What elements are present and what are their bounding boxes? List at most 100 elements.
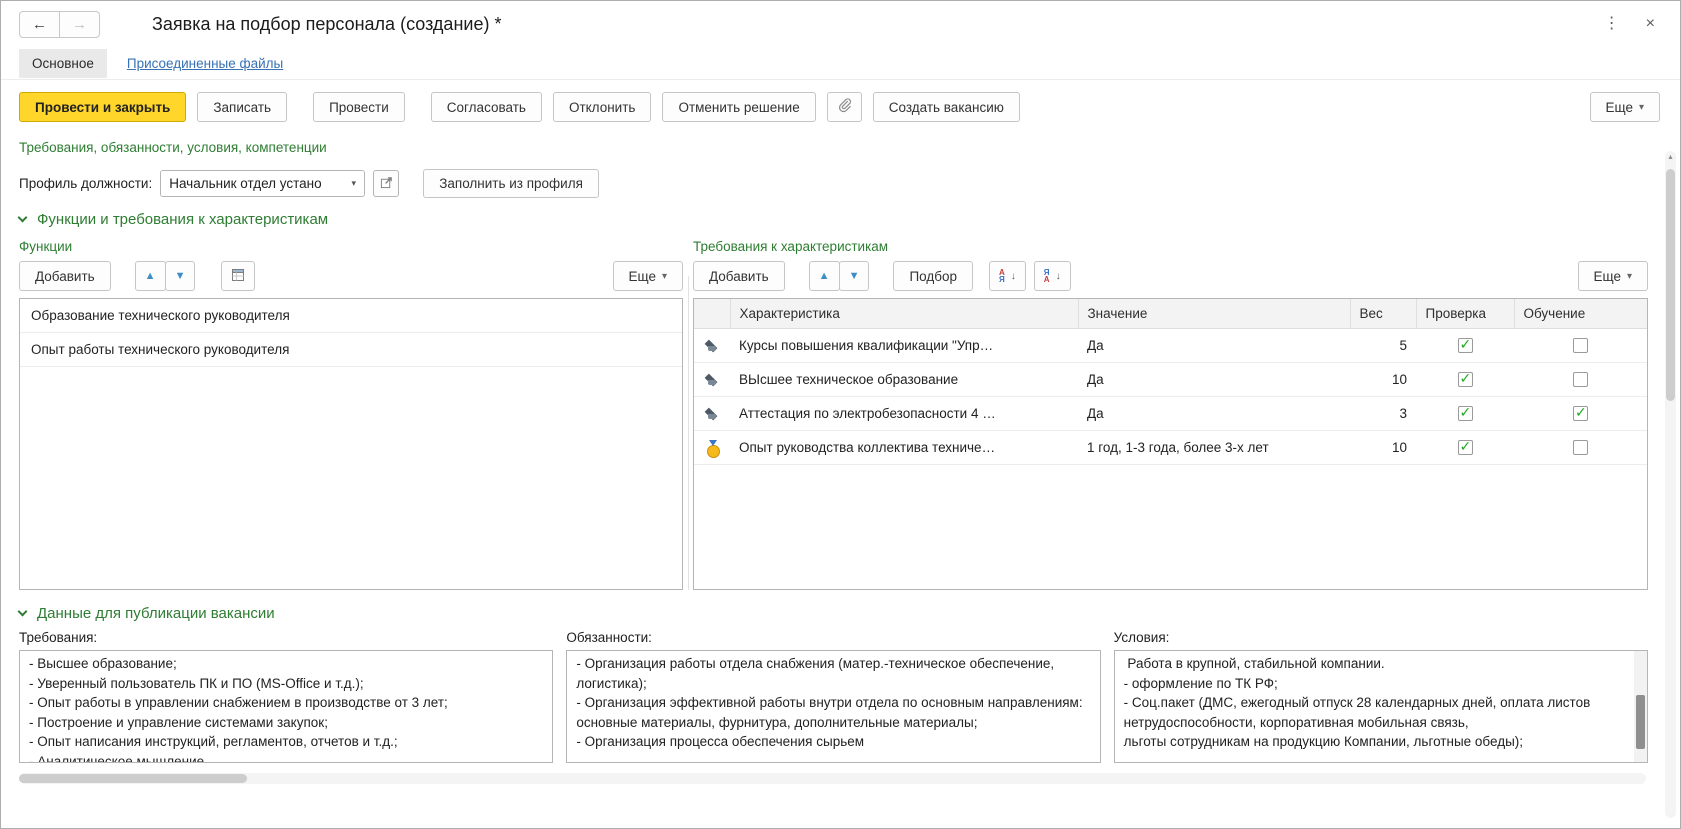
column-header-check[interactable]: Проверка	[1415, 299, 1515, 329]
reject-button[interactable]: Отклонить	[552, 92, 652, 122]
move-up-button[interactable]: ▲	[134, 261, 166, 291]
close-icon: ×	[1645, 15, 1655, 32]
functions-title: Функции	[19, 239, 73, 254]
characteristics-title: Требования к характеристикам	[693, 239, 889, 254]
functions-more-button[interactable]: Еще ▾	[612, 261, 683, 291]
check-checkbox[interactable]	[1457, 370, 1473, 388]
table-row[interactable]: Курсы повышения квалификации "Упр… Да 5	[694, 328, 1647, 363]
training-checkbox[interactable]	[1573, 404, 1588, 422]
forward-button[interactable]: →	[59, 10, 100, 38]
requirements-column: Требования: - Высшее образование; - Увер…	[19, 626, 554, 763]
requirements-textarea[interactable]: - Высшее образование; - Уверенный пользо…	[19, 650, 554, 763]
section-title: Данные для публикации вакансии	[37, 605, 275, 622]
duties-textarea[interactable]: - Организация работы отдела снабжения (м…	[566, 650, 1101, 763]
scrollbar-thumb[interactable]	[1635, 695, 1645, 749]
list-settings-icon	[231, 268, 245, 285]
sort-descending-button[interactable]: Я А ↓	[1033, 261, 1071, 291]
functions-pane: Функции Добавить ▲ ▼ Еще ▾ Образование т…	[19, 232, 683, 590]
requirements-label: Требования:	[19, 630, 98, 645]
move-up-button[interactable]: ▲	[808, 261, 840, 291]
up-arrow-icon: ▲	[144, 270, 156, 282]
section-functions-requirements[interactable]: Функции и требования к характеристикам	[17, 211, 1648, 228]
cell-value: 1 год, 1-3 года, более 3-х лет	[1078, 430, 1350, 465]
check-checkbox[interactable]	[1457, 438, 1473, 456]
list-item[interactable]: Опыт работы технического руководителя	[20, 333, 682, 367]
functions-list: Образование технического руководителя Оп…	[19, 298, 683, 590]
back-button[interactable]: ←	[19, 10, 60, 38]
open-profile-button[interactable]	[373, 170, 400, 197]
list-settings-button[interactable]	[221, 261, 256, 291]
app-window: ← → Заявка на подбор персонала (создание…	[0, 0, 1681, 829]
attachments-button[interactable]	[826, 92, 862, 122]
tab-attached-files[interactable]: Присоединенные файлы	[127, 56, 283, 71]
characteristics-table: Характеристика Значение Вес Проверка Обу…	[694, 299, 1647, 465]
fill-from-profile-button[interactable]: Заполнить из профиля	[423, 169, 599, 198]
approve-button[interactable]: Согласовать	[430, 92, 542, 122]
command-toolbar: Провести и закрыть Записать Провести Сог…	[1, 80, 1680, 134]
create-vacancy-button[interactable]: Создать вакансию	[872, 92, 1020, 122]
check-checkbox[interactable]	[1457, 404, 1473, 422]
conditions-textarea[interactable]: Работа в крупной, стабильной компании. -…	[1113, 650, 1648, 763]
chevron-down-icon: ▾	[1638, 101, 1644, 113]
down-arrow-icon: ▼	[174, 270, 186, 282]
cancel-decision-button[interactable]: Отменить решение	[662, 92, 816, 122]
move-down-button[interactable]: ▼	[164, 261, 196, 291]
window-menu-button[interactable]: ⋮	[1599, 14, 1625, 34]
training-checkbox[interactable]	[1573, 338, 1588, 354]
topbar: ← → Заявка на подбор персонала (создание…	[1, 1, 1680, 47]
training-checkbox[interactable]	[1573, 372, 1588, 388]
section-vacancy-publication[interactable]: Данные для публикации вакансии	[17, 605, 1648, 622]
cell-value: Да	[1078, 362, 1350, 397]
table-row[interactable]: Аттестация по электробезопасности 4 … Да…	[694, 396, 1647, 431]
column-header-weight[interactable]: Вес	[1349, 299, 1417, 329]
pick-button[interactable]: Подбор	[893, 261, 973, 291]
section-title: Функции и требования к характеристикам	[37, 211, 329, 228]
close-button[interactable]: ×	[1641, 14, 1660, 34]
back-icon: ←	[32, 15, 47, 33]
check-checkbox[interactable]	[1457, 336, 1473, 354]
profile-label: Профиль должности:	[19, 176, 153, 191]
up-arrow-icon: ▲	[818, 270, 830, 282]
table-row[interactable]: Опыт руководства коллектива техниче… 1 г…	[694, 430, 1647, 465]
chevron-down-icon: ▾	[1626, 270, 1632, 282]
more-button[interactable]: Еще ▾	[1589, 92, 1660, 122]
graduation-cap-icon	[703, 372, 721, 388]
profile-input[interactable]	[161, 171, 344, 196]
scrollbar-thumb[interactable]	[1666, 169, 1675, 401]
list-item[interactable]: Образование технического руководителя	[20, 299, 682, 333]
cell-weight: 3	[1350, 396, 1416, 431]
conditions-column: Условия: Работа в крупной, стабильной ко…	[1113, 626, 1648, 763]
duties-column: Обязанности: - Организация работы отдела…	[566, 626, 1101, 763]
characteristics-more-button[interactable]: Еще ▾	[1577, 261, 1648, 291]
submit-and-close-button[interactable]: Провести и закрыть	[19, 92, 187, 122]
characteristics-add-button[interactable]: Добавить	[693, 261, 785, 291]
history-nav: ← →	[19, 10, 100, 38]
sort-ascending-button[interactable]: А Я ↓	[989, 261, 1026, 291]
menu-dots-icon: ⋮	[1603, 15, 1620, 32]
conditions-scrollbar[interactable]	[1633, 651, 1647, 762]
training-checkbox[interactable]	[1573, 440, 1588, 456]
functions-add-button[interactable]: Добавить	[19, 261, 111, 291]
more-button-label: Еще	[628, 268, 656, 284]
save-button[interactable]: Записать	[197, 92, 288, 122]
profile-combobox: ▾	[160, 170, 366, 197]
horizontal-scrollbar[interactable]	[19, 773, 1646, 784]
panel-splitter[interactable]	[683, 232, 693, 590]
scrollbar-thumb[interactable]	[19, 774, 247, 783]
profile-dropdown-button[interactable]: ▾	[343, 171, 365, 196]
move-down-button[interactable]: ▼	[838, 261, 870, 291]
window-controls: ⋮ ×	[1599, 14, 1660, 34]
table-row[interactable]: ВЫсшее техническое образование Да 10	[694, 362, 1647, 397]
graduation-cap-icon	[703, 338, 721, 354]
vertical-scrollbar[interactable]: ▲	[1665, 151, 1676, 818]
column-header-training[interactable]: Обучение	[1513, 299, 1647, 329]
tab-main[interactable]: Основное	[19, 48, 107, 78]
requirements-conditions-link[interactable]: Требования, обязанности, условия, компет…	[19, 140, 327, 155]
cell-characteristic: Курсы повышения квалификации "Упр…	[730, 328, 1078, 363]
column-header-value[interactable]: Значение	[1077, 299, 1351, 329]
column-header-characteristic[interactable]: Характеристика	[729, 299, 1079, 329]
more-button-label: Еще	[1605, 99, 1633, 115]
post-button[interactable]: Провести	[313, 92, 405, 122]
down-arrow-icon: ▼	[848, 270, 860, 282]
sort-desc-icon: Я А	[1043, 268, 1050, 284]
